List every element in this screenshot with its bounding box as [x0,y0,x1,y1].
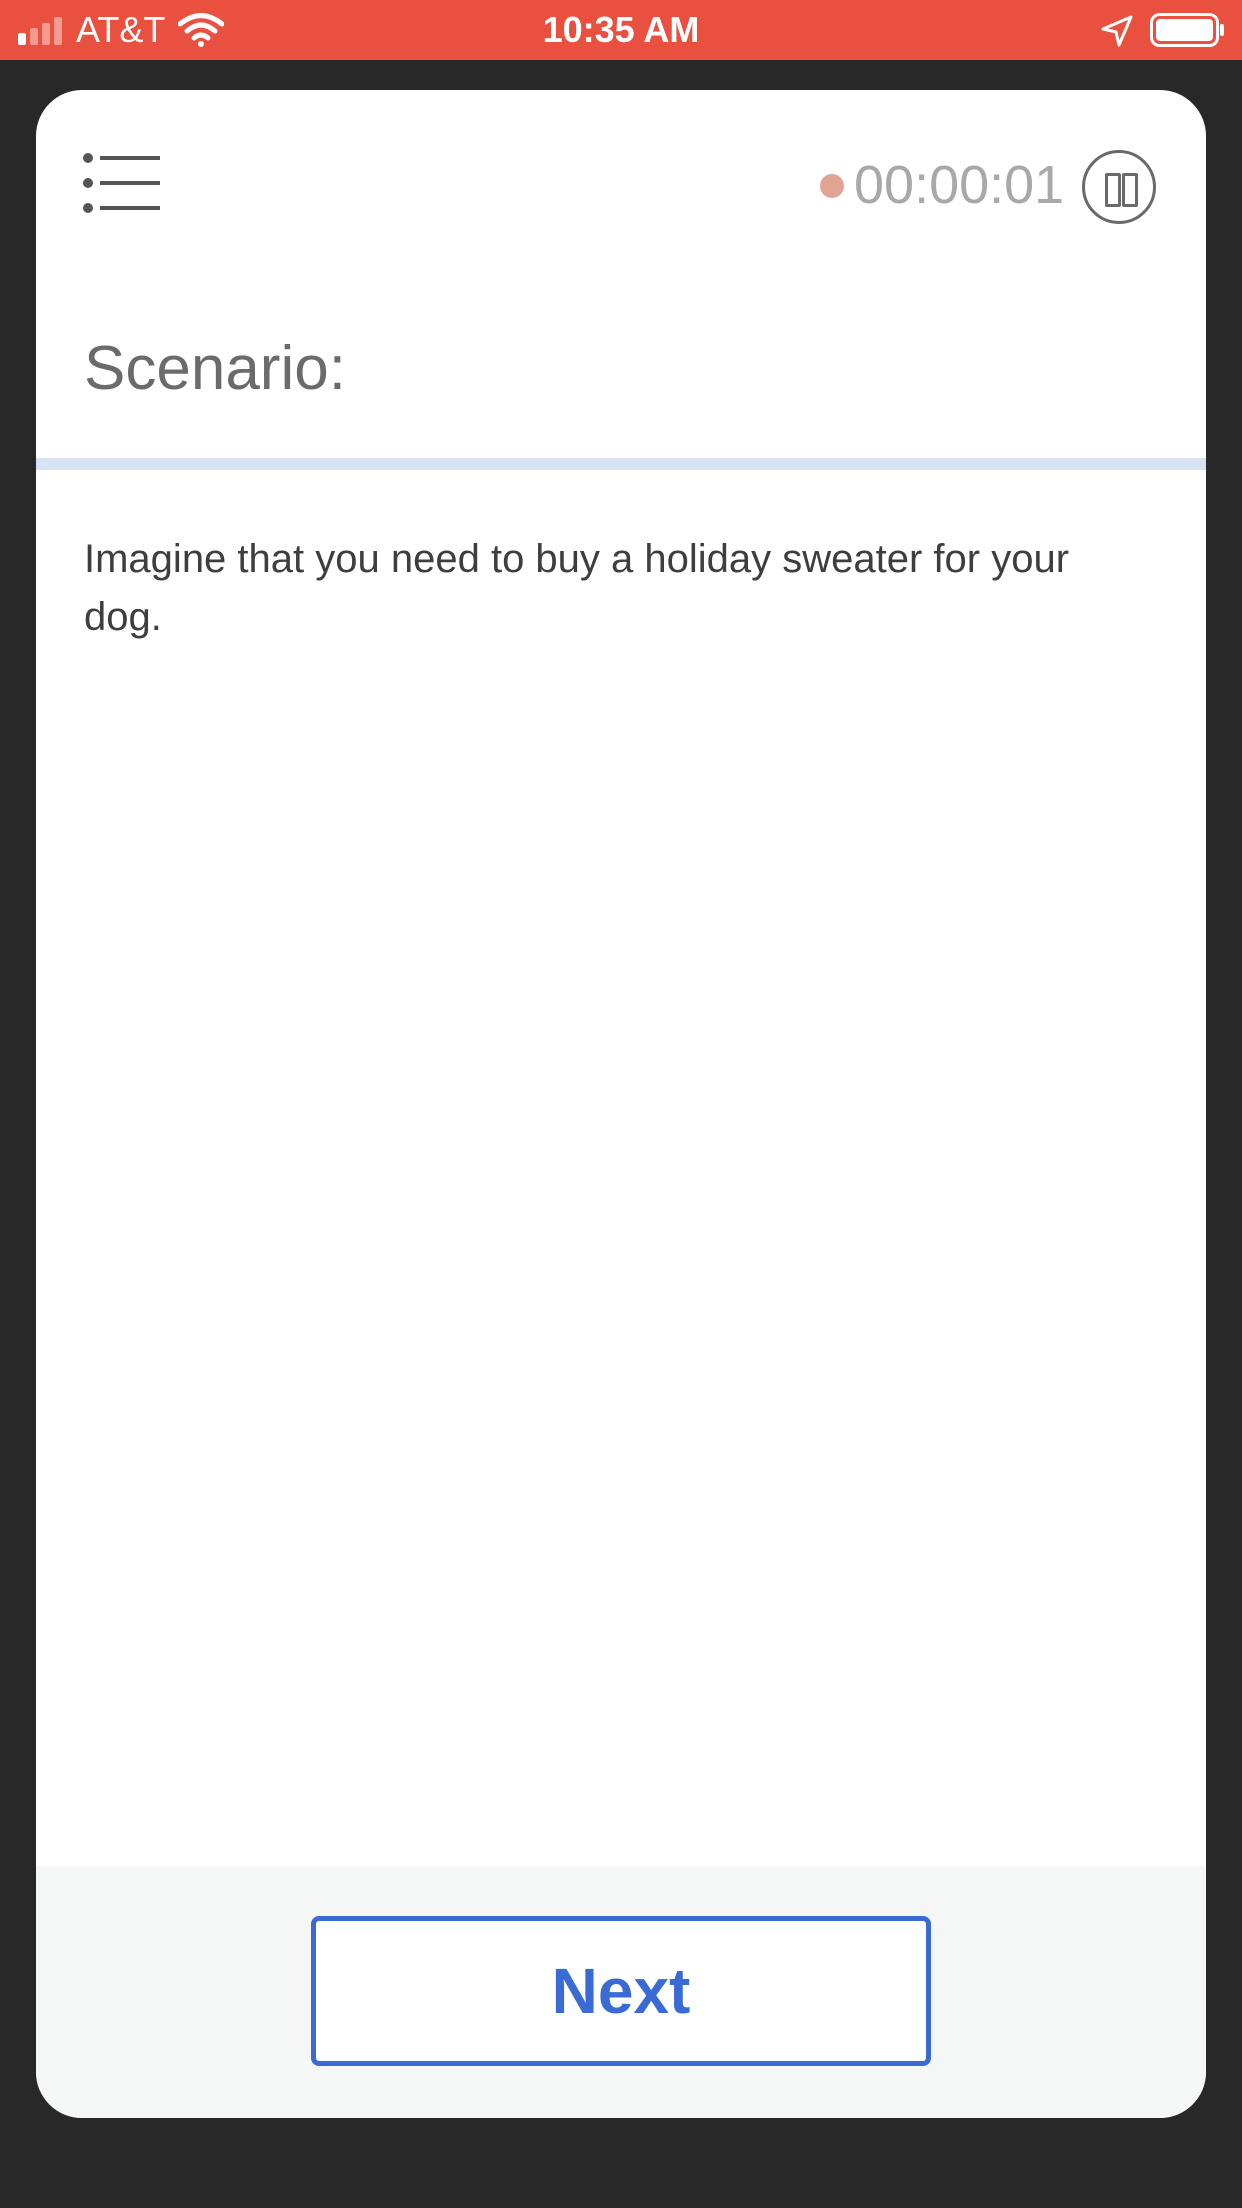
battery-icon [1150,13,1224,47]
list-icon[interactable] [82,152,160,214]
status-bar: AT&T 10:35 AM [0,0,1242,60]
scenario-card: 00:00:01 Scenario: Imagine that you need… [36,90,1206,2118]
footer: Next [36,1866,1206,2118]
status-time: 10:35 AM [542,9,700,50]
section-divider [36,458,1206,470]
next-button[interactable]: Next [311,1916,931,2066]
location-arrow-icon [1101,15,1133,47]
pause-button[interactable] [1082,150,1156,224]
recording-indicator [820,174,844,198]
scenario-text: Imagine that you need to buy a holiday s… [84,537,1070,639]
scenario-title: Scenario: [84,334,346,403]
recording-timer: 00:00:01 [854,155,1065,215]
